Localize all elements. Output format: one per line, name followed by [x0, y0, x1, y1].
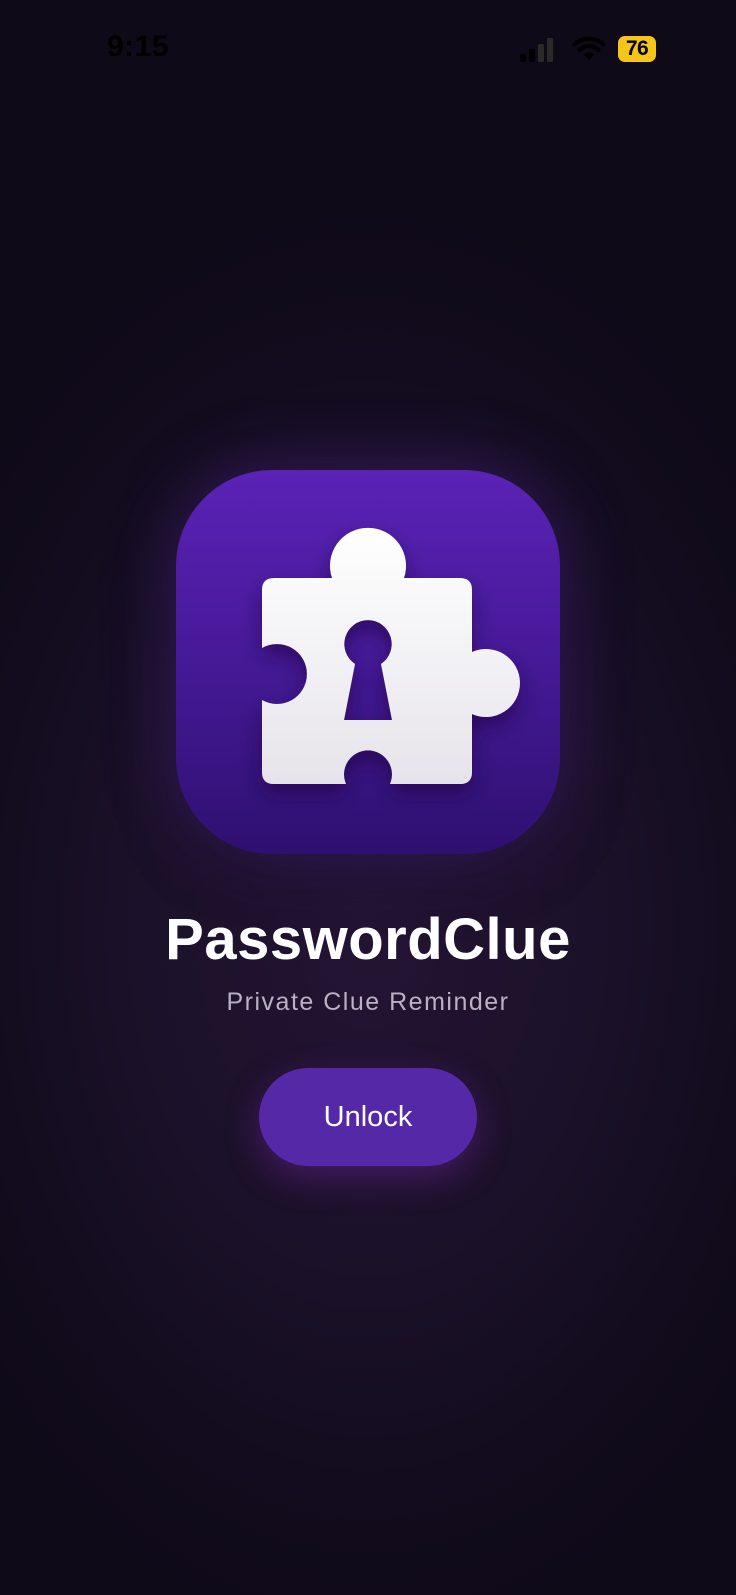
status-bar: 9:15 76: [0, 0, 736, 100]
puzzle-piece-keyhole-icon: [262, 527, 520, 784]
app-title: PasswordClue: [165, 907, 571, 972]
app-icon: [176, 470, 560, 854]
app-subtitle: Private Clue Reminder: [226, 988, 510, 1016]
battery-level: 76: [625, 37, 649, 60]
cellular-signal-icon: [520, 38, 553, 62]
unlock-button[interactable]: Unlock: [259, 1068, 477, 1166]
wifi-icon: [572, 36, 606, 60]
status-time: 9:15: [107, 30, 170, 63]
battery-indicator: 76: [618, 36, 656, 62]
